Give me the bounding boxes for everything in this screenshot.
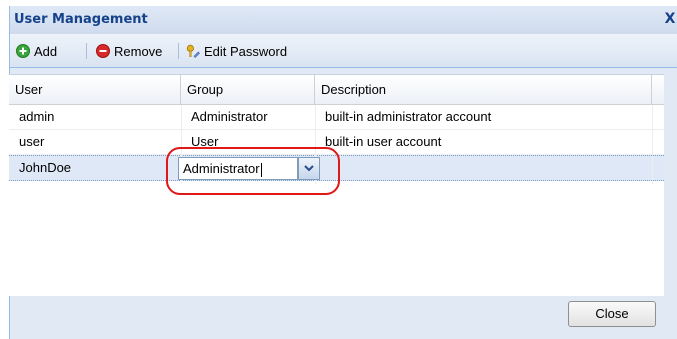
add-label: Add	[34, 43, 58, 59]
remove-icon	[96, 44, 110, 58]
column-header-description[interactable]: Description	[315, 75, 652, 104]
edit-password-label: Edit Password	[204, 43, 288, 59]
cell-user: user	[19, 134, 45, 149]
close-icon[interactable]: X	[663, 10, 677, 28]
remove-button[interactable]: Remove	[96, 42, 162, 60]
close-button[interactable]: Close	[568, 301, 656, 327]
add-icon	[16, 44, 30, 58]
cell-user: admin	[19, 109, 55, 124]
remove-label: Remove	[114, 43, 163, 59]
add-button[interactable]: Add	[16, 42, 57, 60]
cell-description: built-in administrator account	[325, 109, 492, 124]
title-bar: User Management X	[10, 6, 677, 34]
dialog-title: User Management	[14, 12, 148, 27]
cell-group: Administrator	[191, 109, 268, 124]
key-pencil-icon	[186, 44, 200, 58]
cell-user: JohnDoe	[19, 160, 72, 175]
column-header-group[interactable]: Group	[181, 75, 315, 104]
toolbar-separator	[178, 43, 179, 59]
toolbar: Add Remove Edit Password	[10, 34, 677, 68]
table-row[interactable]: admin Administrator built-in administrat…	[9, 105, 664, 130]
annotation-highlight	[166, 147, 340, 195]
edit-password-button[interactable]: Edit Password	[186, 42, 287, 60]
column-header-user[interactable]: User	[9, 75, 181, 104]
toolbar-separator	[86, 43, 87, 59]
grid-header: User Group Description	[9, 75, 664, 105]
column-divider	[652, 105, 653, 184]
